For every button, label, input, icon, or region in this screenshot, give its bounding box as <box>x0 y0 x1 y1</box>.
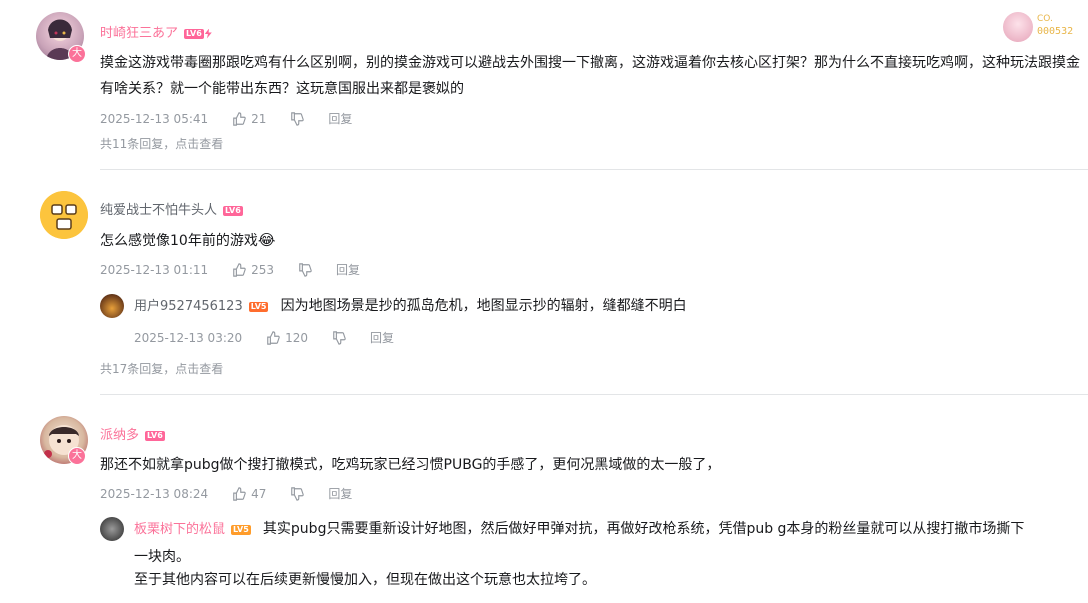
avatar[interactable] <box>100 517 124 541</box>
avatar[interactable] <box>40 191 88 239</box>
comment-meta: 2025-12-13 08:24 47 回复 <box>100 485 352 502</box>
thumbs-up-icon <box>233 262 246 277</box>
fan-badge[interactable]: CO. 000532 <box>1003 12 1083 42</box>
level-badge: LV5 <box>248 301 269 312</box>
avatar-image <box>40 191 88 239</box>
thumbs-down-icon <box>291 111 305 126</box>
username-text[interactable]: 派纳多 <box>100 428 139 443</box>
reply-button[interactable]: 回复 <box>328 485 352 502</box>
username-text[interactable]: 时崎狂三あア <box>100 26 178 41</box>
username[interactable]: 纯爱战士不怕牛头人 LV6 <box>100 199 243 218</box>
thumbs-up-icon <box>233 111 246 126</box>
like-button[interactable]: 47 <box>232 487 266 501</box>
comment-time: 2025-12-13 01:11 <box>100 262 209 277</box>
reply-meta: 2025-12-13 03:20 120 回复 <box>134 329 394 346</box>
like-button[interactable]: 120 <box>266 331 308 345</box>
username[interactable]: 板栗树下的松鼠 <box>134 522 225 537</box>
like-count: 120 <box>285 330 309 345</box>
username-text[interactable]: 纯爱战士不怕牛头人 <box>100 203 217 218</box>
sub-reply: 板栗树下的松鼠 LV5 其实pubg只需要重新设计好地图，然后做好甲弹对抗，再做好… <box>134 516 1084 543</box>
reply-text: 至于其他内容可以在后续更新慢慢加入，但现在做出这个玩意也太拉垮了。 <box>134 572 596 588</box>
avatar[interactable] <box>100 294 124 318</box>
username[interactable]: 派纳多 LV6 <box>100 424 165 443</box>
dislike-button[interactable] <box>298 262 312 277</box>
fan-badge-label: CO. <box>1037 14 1053 24</box>
thumbs-down-icon <box>333 330 346 345</box>
comment-text-body: 怎么感觉像10年前的游戏 <box>100 233 258 249</box>
view-more-replies[interactable]: 共11条回复，点击查看 <box>100 135 223 152</box>
reply-time: 2025-12-13 03:20 <box>134 330 243 345</box>
comment-time: 2025-12-13 08:24 <box>100 486 209 501</box>
dislike-button[interactable] <box>290 111 305 126</box>
reply-text: 因为地图场景是抄的孤岛危机，地图显示抄的辐射，缝都缝不明白 <box>280 298 687 314</box>
level-badge: LV6 <box>223 205 243 216</box>
sub-reply: 用户9527456123 LV5 因为地图场景是抄的孤岛危机，地图显示抄的辐射，缝… <box>134 293 687 320</box>
thumbs-down-icon <box>299 262 312 277</box>
comment-text: 那还不如就拿pubg做个搜打撤模式，吃鸡玩家已经习惯PUBG的手感了，更何况黑域… <box>100 457 721 473</box>
level-badge: LV6 <box>184 28 204 39</box>
thumbs-up-icon <box>267 330 280 345</box>
reply-button[interactable]: 回复 <box>328 110 352 127</box>
thumbs-down-icon <box>291 486 305 501</box>
comment-meta: 2025-12-13 01:11 253 回复 <box>100 261 360 278</box>
divider <box>100 169 1088 170</box>
like-button[interactable]: 253 <box>232 263 274 277</box>
avatar-badge: 大 <box>68 45 86 63</box>
reply-button[interactable]: 回复 <box>336 261 360 278</box>
fan-badge-number: 000532 <box>1037 26 1074 37</box>
lightning-icon <box>204 28 212 39</box>
thumbs-up-icon <box>233 486 246 501</box>
comment-text: 摸金这游戏带毒圈那跟吃鸡有什么区别啊，别的摸金游戏可以避战去外围搜一下撤离，这游… <box>100 55 1080 97</box>
avatar-badge: 大 <box>68 447 86 465</box>
divider <box>100 394 1088 395</box>
fan-badge-avatar <box>1003 12 1033 42</box>
like-count: 47 <box>251 486 267 501</box>
like-button[interactable]: 21 <box>232 112 266 126</box>
dislike-button[interactable] <box>290 486 305 501</box>
laughing-emoji-icon: 😂 <box>257 231 276 249</box>
like-count: 253 <box>251 262 275 277</box>
view-more-replies[interactable]: 共17条回复，点击查看 <box>100 360 223 377</box>
comment-meta: 2025-12-13 05:41 21 回复 <box>100 110 352 127</box>
comment-time: 2025-12-13 05:41 <box>100 111 209 126</box>
username[interactable]: 用户9527456123 <box>134 299 243 314</box>
level-badge: LV5 <box>231 524 251 535</box>
comment-text: 怎么感觉像10年前的游戏😂 <box>100 227 275 254</box>
dislike-button[interactable] <box>332 330 346 345</box>
username[interactable]: 时崎狂三あア LV6 <box>100 22 212 41</box>
reply-button[interactable]: 回复 <box>370 329 394 346</box>
like-count: 21 <box>251 111 267 126</box>
level-badge: LV6 <box>145 430 165 441</box>
reply-text: 其实pubg只需要重新设计好地图，然后做好甲弹对抗，再做好改枪系统，凭借pub … <box>262 521 1025 537</box>
